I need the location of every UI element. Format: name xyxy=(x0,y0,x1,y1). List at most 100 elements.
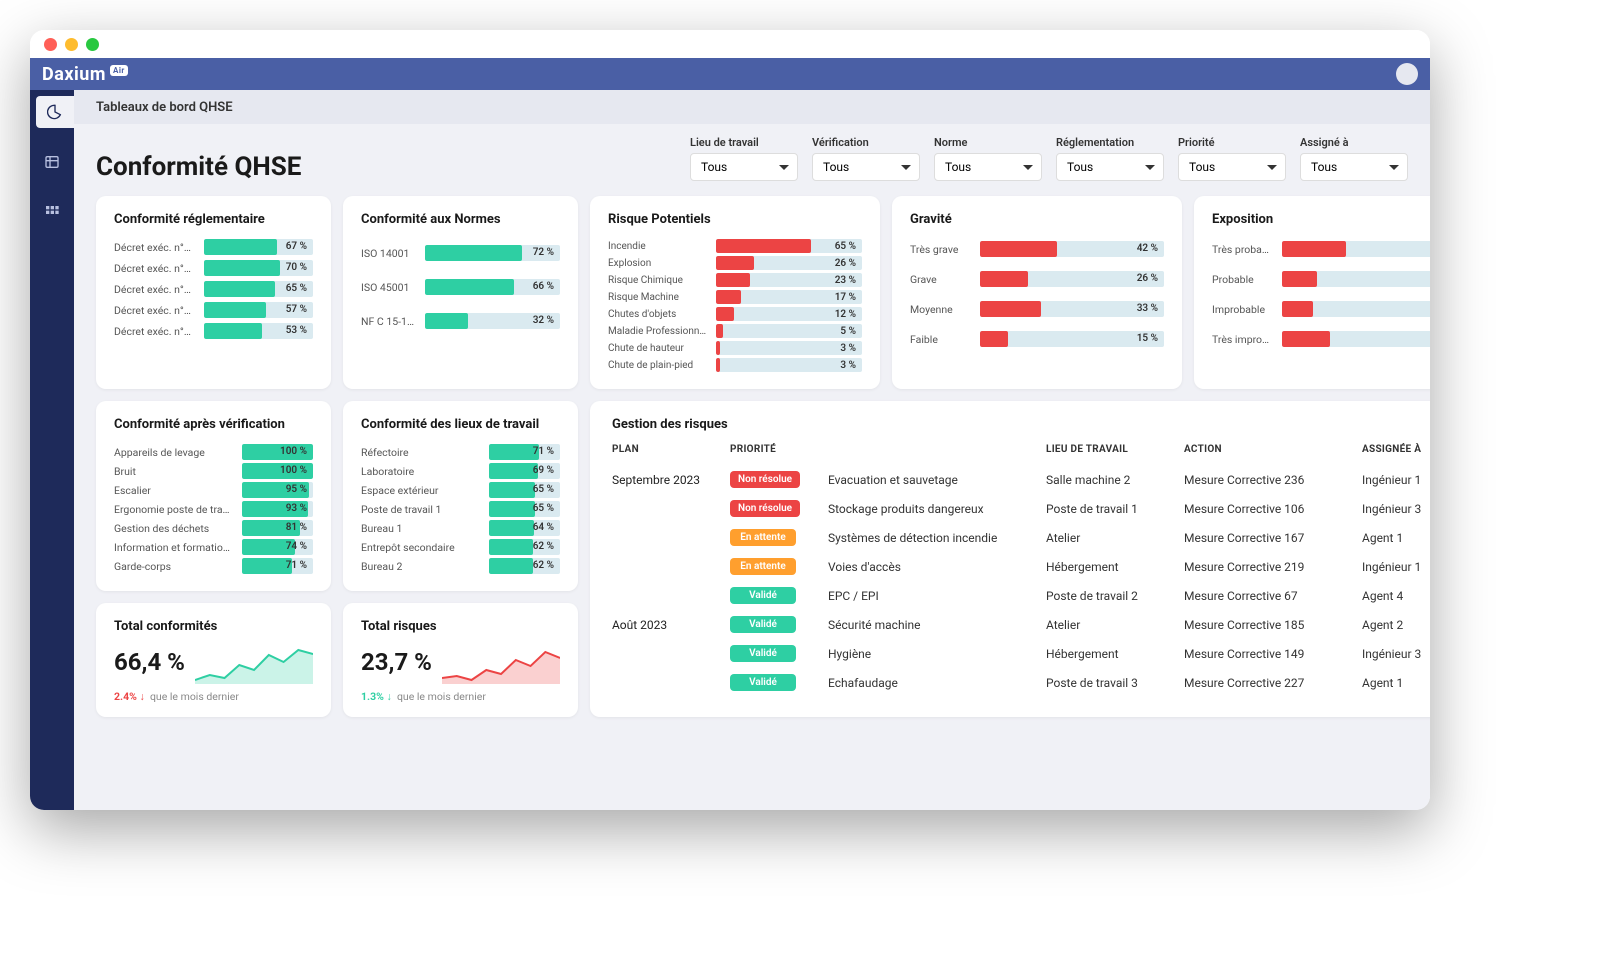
bar-label: Très grave xyxy=(910,243,972,256)
card-risque-potentiels: Risque Potentiels Incendie 65 % Explosio… xyxy=(590,196,880,389)
bar-label: Décret exéc. n°24-314 xyxy=(114,325,196,338)
cell-description: Evacuation et sauvetage xyxy=(828,473,1038,487)
card-title: Conformité réglementaire xyxy=(114,212,313,227)
bar-row: Décret exéc. n°24-314 53 % xyxy=(114,323,313,339)
cell-action: Mesure Corrective 236 xyxy=(1184,473,1354,487)
bar-label: Chute de plain-pied xyxy=(608,360,708,371)
bar-label: Garde-corps xyxy=(114,560,234,573)
filter-select-1[interactable]: Tous xyxy=(812,153,920,181)
bar-track: 81 % xyxy=(242,520,313,536)
table-icon xyxy=(44,154,60,170)
sidebar-item-dashboard[interactable] xyxy=(36,96,74,128)
bar-value: 71 % xyxy=(286,558,307,574)
bar-track: 57 % xyxy=(204,302,313,318)
bar-fill xyxy=(716,341,720,355)
avatar[interactable] xyxy=(1396,63,1418,85)
priority-badge: Validé xyxy=(730,674,796,691)
cell-lieu: Hébergement xyxy=(1046,560,1176,574)
bar-value: 12 % xyxy=(835,307,856,321)
table-row[interactable]: En attente Voies d'accès Hébergement Mes… xyxy=(612,552,1430,581)
bar-fill xyxy=(980,331,1008,347)
bar-track: 19 % xyxy=(1282,271,1430,287)
bar-row: Garde-corps 71 % xyxy=(114,558,313,574)
bar-label: ISO 14001 xyxy=(361,247,417,260)
kpi-value: 66,4 % xyxy=(114,648,185,676)
table-row[interactable]: Septembre 2023 Non résolue Evacuation et… xyxy=(612,465,1430,494)
bar-track: 67 % xyxy=(204,239,313,255)
bar-value: 93 % xyxy=(286,501,307,517)
kpi-footer: 1.3% ↓ que le mois dernier xyxy=(361,690,560,703)
filter-select-2[interactable]: Tous xyxy=(934,153,1042,181)
table-row[interactable]: Validé Hygiène Hébergement Mesure Correc… xyxy=(612,639,1430,668)
bar-value: 67 % xyxy=(286,239,307,255)
bar-value: 100 % xyxy=(280,463,307,479)
table-row[interactable]: Validé EPC / EPI Poste de travail 2 Mesu… xyxy=(612,581,1430,610)
close-icon[interactable] xyxy=(44,38,57,51)
sidebar-item-tables[interactable] xyxy=(30,146,74,178)
bar-fill xyxy=(204,323,262,339)
table-row[interactable]: Août 2023 Validé Sécurité machine Atelie… xyxy=(612,610,1430,639)
cell-priorite: En attente xyxy=(730,529,820,546)
table-row[interactable]: Validé Echafaudage Poste de travail 3 Me… xyxy=(612,668,1430,697)
bar-fill xyxy=(716,324,723,338)
filter-label: Lieu de travail xyxy=(690,136,798,149)
priority-badge: Validé xyxy=(730,587,796,604)
bar-label: Faible xyxy=(910,333,972,346)
card-title: Conformité après vérification xyxy=(114,417,313,432)
bar-label: Décret exéc. n°64-268 xyxy=(114,304,196,317)
kpi-suffix: que le mois dernier xyxy=(397,690,486,703)
bar-fill xyxy=(716,256,754,270)
brand-badge: Air xyxy=(110,65,128,76)
bar-track: 65 % xyxy=(489,501,560,517)
bar-track: 100 % xyxy=(242,463,313,479)
bar-track: 95 % xyxy=(242,482,313,498)
sparkline-icon xyxy=(442,640,560,684)
kpi-delta: 2.4% ↓ xyxy=(114,690,145,703)
bar-fill xyxy=(489,482,535,498)
cell-assigne: Ingénieur 3 xyxy=(1362,647,1430,661)
filter-select-3[interactable]: Tous xyxy=(1056,153,1164,181)
filter-select-0[interactable]: Tous xyxy=(690,153,798,181)
bar-track: 64 % xyxy=(489,520,560,536)
bar-track: 65 % xyxy=(204,281,313,297)
sidebar-item-apps[interactable] xyxy=(30,196,74,228)
table-header-cell: ASSIGNÉE À xyxy=(1362,444,1430,455)
breadcrumb: Tableaux de bord QHSE xyxy=(74,90,1430,124)
bar-value: 3 % xyxy=(840,358,856,372)
bar-fill xyxy=(1282,301,1313,317)
bar-value: 5 % xyxy=(840,324,856,338)
bar-row: Explosion 26 % xyxy=(608,256,862,270)
bar-label: Improbable xyxy=(1212,303,1274,316)
card-conformite-normes: Conformité aux Normes ISO 14001 72 % ISO… xyxy=(343,196,578,389)
minimize-icon[interactable] xyxy=(65,38,78,51)
cell-lieu: Atelier xyxy=(1046,531,1176,545)
bar-fill xyxy=(716,273,750,287)
table-row[interactable]: Non résolue Stockage produits dangereux … xyxy=(612,494,1430,523)
sidebar xyxy=(30,90,74,810)
kpi-total-risques: Total risques 23,7 % 1.3% ↓ que le mois … xyxy=(343,603,578,717)
bar-value: 95 % xyxy=(286,482,307,498)
bar-label: Risque Machine xyxy=(608,292,708,303)
cell-action: Mesure Corrective 149 xyxy=(1184,647,1354,661)
bar-value: 26 % xyxy=(835,256,856,270)
bar-label: Appareils de levage xyxy=(114,446,234,459)
table-row[interactable]: En attente Systèmes de détection incendi… xyxy=(612,523,1430,552)
bar-row: Décret exéc. n°01-342 67 % xyxy=(114,239,313,255)
bar-label: NF C 15-100 xyxy=(361,315,417,328)
filter-select-4[interactable]: Tous xyxy=(1178,153,1286,181)
cell-action: Mesure Corrective 219 xyxy=(1184,560,1354,574)
bar-row: Décret exéc. n°64-268 57 % xyxy=(114,302,313,318)
bar-value: 17 % xyxy=(835,290,856,304)
topbar: Daxium Air xyxy=(30,58,1430,90)
cell-assigne: Agent 4 xyxy=(1362,589,1430,603)
maximize-icon[interactable] xyxy=(86,38,99,51)
bar-value: 65 % xyxy=(533,501,554,517)
filter-label: Vérification xyxy=(812,136,920,149)
bar-value: 66 % xyxy=(533,279,554,295)
bar-label: Entrepôt secondaire xyxy=(361,541,481,554)
filter-select-5[interactable]: Tous xyxy=(1300,153,1408,181)
page-title: Conformité QHSE xyxy=(96,136,301,182)
bar-fill xyxy=(1282,271,1317,287)
table-header: PLANPRIORITÉLIEU DE TRAVAILACTIONASSIGNÉ… xyxy=(612,444,1430,455)
bar-fill xyxy=(716,239,811,253)
